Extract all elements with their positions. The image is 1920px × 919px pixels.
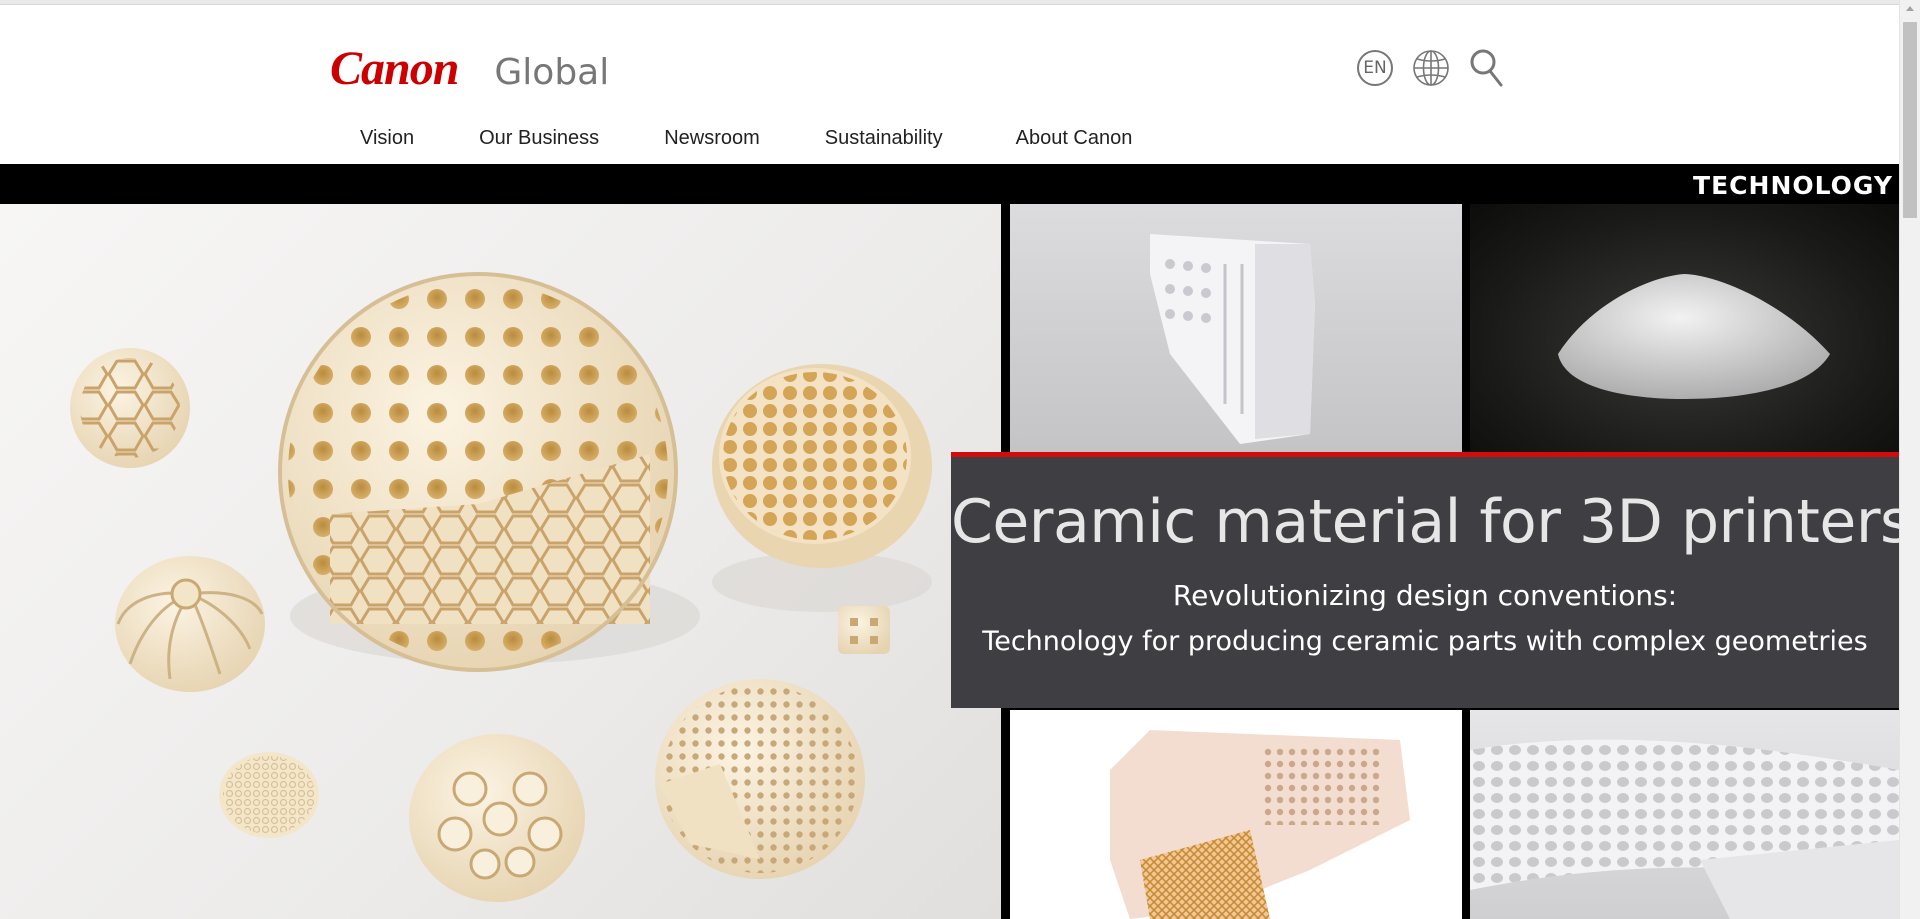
nav-item-sustainability[interactable]: Sustainability xyxy=(825,127,943,150)
globe-icon xyxy=(1413,50,1449,86)
ceramic-powder-photo xyxy=(1470,204,1899,452)
nav-item-newsroom[interactable]: Newsroom xyxy=(664,127,760,150)
ceramic-part-illustration-2 xyxy=(1110,730,1410,919)
canon-global-logo[interactable]: Canon Global xyxy=(330,41,609,96)
brand-logo: Canon xyxy=(330,42,459,95)
nav-item-about-canon[interactable]: About Canon xyxy=(1016,127,1133,150)
headline-overlay[interactable]: Ceramic material for 3D printers Revolut… xyxy=(951,452,1899,708)
search-icon xyxy=(1470,49,1503,87)
scroll-up-arrow-icon[interactable] xyxy=(1906,6,1914,11)
ceramic-part-photo-1 xyxy=(1010,204,1462,452)
site-name: Global xyxy=(494,52,610,93)
language-selector-icon: EN xyxy=(1357,50,1393,86)
search-button[interactable] xyxy=(1466,47,1508,89)
language-button[interactable]: EN xyxy=(1354,47,1396,89)
ceramic-parts-illustration xyxy=(70,272,932,902)
nav-item-vision[interactable]: Vision xyxy=(360,127,414,150)
main-navigation: Vision Our Business Newsroom Sustainabil… xyxy=(360,127,1132,150)
region-button[interactable] xyxy=(1410,47,1452,89)
ceramic-part-illustration-1 xyxy=(1150,234,1315,444)
ceramic-parts-photo xyxy=(0,204,1001,919)
ceramic-part-illustration-3 xyxy=(1470,739,1899,919)
headline-subtitle-line1: Revolutionizing design conventions: xyxy=(1172,579,1678,612)
site-header: Canon Global EN Vision Our Business News… xyxy=(0,5,1899,163)
hero-banner[interactable]: TECHNOLOGY Ceramic material for 3D print… xyxy=(0,164,1899,919)
headline-subtitle-line2: Technology for producing ceramic parts w… xyxy=(982,626,1868,657)
header-utilities: EN xyxy=(1354,47,1508,89)
ceramic-part-photo-2 xyxy=(1010,710,1462,919)
scrollbar-thumb[interactable] xyxy=(1903,22,1917,218)
vertical-scrollbar[interactable] xyxy=(1899,0,1920,919)
ceramic-part-photo-3 xyxy=(1470,710,1899,919)
category-label: TECHNOLOGY xyxy=(1693,171,1893,200)
category-bar: TECHNOLOGY xyxy=(0,164,1899,204)
nav-item-our-business[interactable]: Our Business xyxy=(479,127,599,150)
powder-pile-illustration xyxy=(1558,274,1830,399)
headline-title: Ceramic material for 3D printers xyxy=(951,487,1899,557)
